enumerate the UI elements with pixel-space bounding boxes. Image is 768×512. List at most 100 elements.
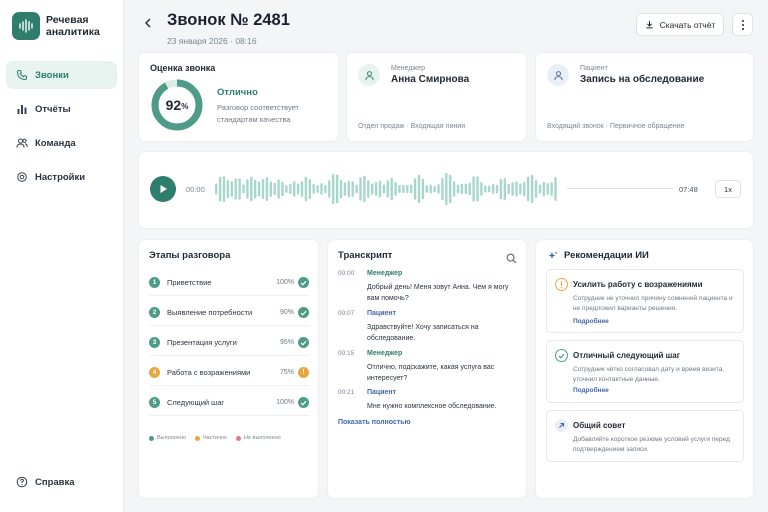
waveform-bar bbox=[417, 174, 421, 204]
sound-wave-icon bbox=[12, 12, 40, 40]
waveform-bar bbox=[406, 185, 409, 193]
waveform-bar bbox=[425, 185, 428, 193]
stage-label: Следующий шаг bbox=[167, 398, 225, 407]
waveform-bar bbox=[343, 182, 347, 196]
download-icon bbox=[645, 20, 653, 29]
waveform-bar bbox=[367, 180, 370, 198]
stage-number: 1 bbox=[149, 277, 160, 288]
sidebar-item-calls[interactable]: Звонки bbox=[6, 61, 117, 89]
waveform[interactable] bbox=[215, 171, 675, 207]
waveform-bar bbox=[242, 184, 245, 194]
patient-name: Запись на обследование bbox=[580, 74, 705, 85]
stage-row: 2 Выявление потребности 90% bbox=[149, 300, 309, 326]
manager-name: Анна Смирнова bbox=[391, 74, 470, 85]
sidebar-item-help[interactable]: Справка bbox=[16, 476, 75, 488]
waveform-bar bbox=[261, 179, 265, 199]
message-speaker: Менеджер bbox=[367, 350, 403, 357]
gear-icon bbox=[17, 172, 27, 182]
waveform-bar bbox=[534, 180, 538, 198]
waveform-bar bbox=[476, 176, 479, 202]
message-speaker: Менеджер bbox=[367, 270, 403, 277]
waveform-bar bbox=[308, 179, 311, 199]
recommendation-text: Сотрудник чётко согласовал дату и время … bbox=[573, 366, 725, 383]
check-icon bbox=[298, 307, 309, 318]
sidebar-item-label: Звонки bbox=[35, 69, 69, 81]
details-link[interactable]: Подробнее bbox=[573, 318, 609, 325]
check-icon bbox=[298, 397, 309, 408]
transcript-message: 00:15 Менеджер Отлично, подскажите, кака… bbox=[338, 350, 518, 386]
stage-percent: 100% bbox=[276, 279, 294, 286]
score-description: Разговор соответствует стандартам качест… bbox=[217, 103, 299, 124]
waveform-bar bbox=[250, 176, 253, 202]
waveform-bar bbox=[351, 181, 354, 197]
waveform-bar bbox=[269, 181, 272, 197]
waveform-bar bbox=[378, 180, 382, 198]
sidebar-nav: Звонки Отчёты Команда Настройки bbox=[6, 61, 117, 197]
playback-speed-button[interactable]: 1x bbox=[715, 180, 741, 198]
waveform-bar bbox=[226, 179, 230, 199]
waveform-bar bbox=[355, 184, 358, 194]
app-logo[interactable]: Речевая аналитика bbox=[12, 12, 116, 40]
waveform-bar bbox=[480, 182, 483, 196]
arrow-up-right-icon bbox=[555, 419, 568, 432]
download-label: Скачать отчёт bbox=[659, 19, 716, 30]
waveform-bar bbox=[488, 185, 491, 193]
stage-percent: 95% bbox=[279, 339, 294, 346]
waveform-bar bbox=[386, 180, 389, 198]
sidebar-item-team[interactable]: Команда bbox=[6, 129, 117, 157]
waveform-bar bbox=[402, 185, 405, 193]
message-text: Здравствуйте! Хочу записаться на обследо… bbox=[367, 324, 479, 342]
waveform-bar bbox=[293, 181, 296, 197]
stage-percent: 90% bbox=[279, 309, 294, 316]
waveform-bar bbox=[515, 181, 518, 197]
message-speaker: Пациент bbox=[367, 310, 397, 317]
stage-number: 3 bbox=[149, 337, 160, 348]
recommendations-title: Рекомендации ИИ bbox=[548, 250, 649, 261]
sidebar-item-reports[interactable]: Отчёты bbox=[6, 95, 117, 123]
waveform-bar bbox=[507, 183, 510, 195]
team-icon bbox=[16, 138, 28, 148]
stage-label: Приветствие bbox=[167, 278, 212, 287]
waveform-bar bbox=[234, 178, 237, 200]
progress-track[interactable] bbox=[567, 188, 673, 189]
waveform-bar bbox=[437, 184, 440, 194]
conversation-stages-card: Этапы разговора 1 Приветствие 100% 2 Выя… bbox=[139, 240, 318, 498]
stage-number: 4 bbox=[149, 367, 160, 378]
details-link[interactable]: Подробнее bbox=[573, 387, 609, 394]
manager-meta: Отдел продаж · Входящая линия bbox=[358, 123, 466, 130]
waveform-bar bbox=[281, 181, 284, 197]
waveform-bar bbox=[495, 184, 499, 194]
patient-meta: Входящий звонок · Первичное обращение bbox=[547, 123, 685, 130]
check-icon bbox=[298, 277, 309, 288]
show-full-transcript-link[interactable]: Показать полностью bbox=[338, 419, 411, 426]
stage-label: Работа с возражениями bbox=[167, 368, 251, 377]
play-button[interactable] bbox=[150, 176, 176, 202]
chevron-left-icon bbox=[145, 18, 151, 28]
recommendation-item[interactable]: Усилить работу с возражениями Сотрудник … bbox=[546, 269, 744, 333]
waveform-bar bbox=[285, 185, 288, 193]
stage-row: 1 Приветствие 100% bbox=[149, 270, 309, 296]
waveform-bar bbox=[433, 185, 436, 193]
waveform-bar bbox=[503, 178, 506, 200]
waveform-bar bbox=[316, 185, 319, 193]
sidebar-item-settings[interactable]: Настройки bbox=[6, 163, 117, 191]
waveform-bar bbox=[304, 176, 308, 202]
download-report-button[interactable]: Скачать отчёт bbox=[636, 13, 724, 36]
waveform-bar bbox=[441, 177, 444, 201]
waveform-bar bbox=[289, 184, 292, 195]
waveform-bar bbox=[452, 181, 456, 197]
score-title: Оценка звонка bbox=[150, 63, 216, 73]
more-options-button[interactable] bbox=[732, 13, 753, 36]
recommendation-item[interactable]: Отличный следующий шаг Сотрудник чётко с… bbox=[546, 340, 744, 403]
recommendation-item[interactable]: Общий совет Добавляйте короткое резюме у… bbox=[546, 410, 744, 462]
play-icon bbox=[160, 185, 167, 193]
legend-failed: Не выполнено bbox=[235, 435, 281, 441]
waveform-bar bbox=[530, 174, 534, 204]
back-button[interactable] bbox=[141, 16, 155, 30]
search-icon[interactable] bbox=[506, 251, 517, 264]
waveform-bar bbox=[410, 184, 413, 194]
stage-row: 3 Презентация услуги 95% bbox=[149, 330, 309, 356]
waveform-bar bbox=[546, 183, 549, 195]
waveform-bar bbox=[472, 176, 475, 202]
transcript-title: Транскрипт bbox=[338, 250, 393, 261]
